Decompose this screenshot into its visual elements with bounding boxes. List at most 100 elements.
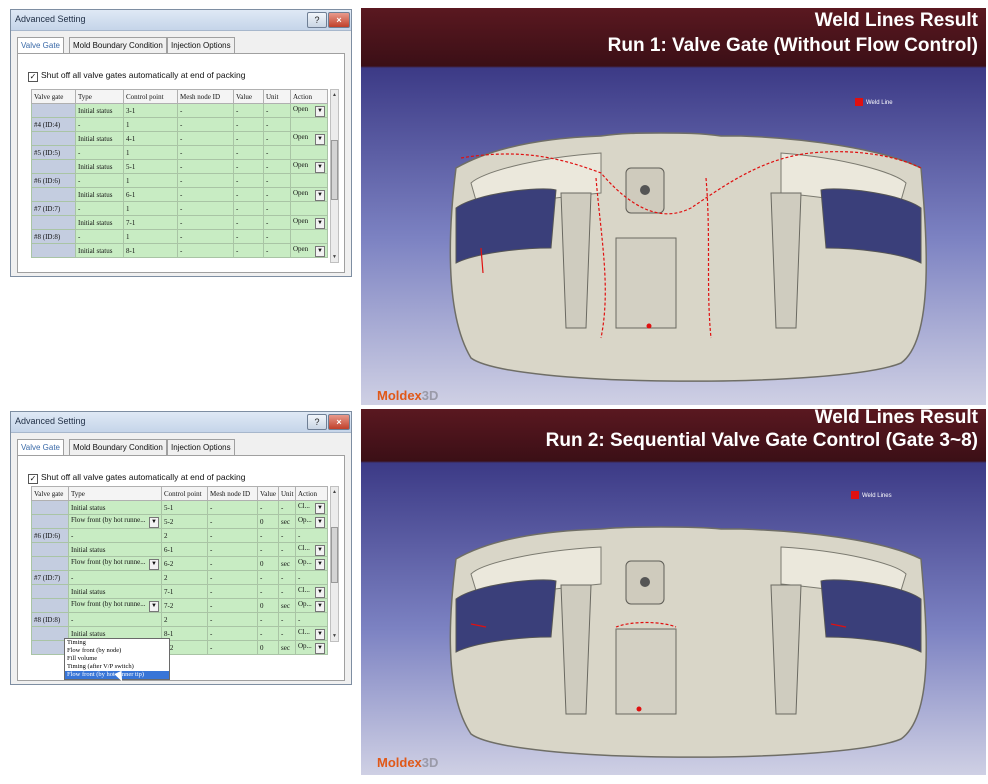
table-cell[interactable]: - <box>233 215 264 230</box>
table-cell[interactable]: - <box>278 584 296 599</box>
tab-mold-boundary-condition[interactable]: Mold Boundary Condition <box>69 439 167 455</box>
column-header[interactable]: Type <box>68 486 162 501</box>
table-cell[interactable]: - <box>207 570 258 585</box>
table-cell[interactable]: - <box>177 103 234 118</box>
type-cell[interactable]: - <box>68 612 162 627</box>
action-cell[interactable]: Op... ▼ <box>295 640 328 655</box>
valve-gate-cell[interactable] <box>31 215 76 230</box>
table-cell[interactable]: - <box>207 500 258 515</box>
valve-gate-cell[interactable] <box>31 584 69 599</box>
dropdown-arrow-icon[interactable]: ▼ <box>315 586 325 598</box>
table-cell[interactable]: 3-1 <box>123 103 178 118</box>
action-cell[interactable]: Open ▼ <box>290 131 328 146</box>
type-cell[interactable]: - <box>75 145 124 160</box>
table-cell[interactable]: sec <box>278 598 296 613</box>
table-cell[interactable]: - <box>257 570 279 585</box>
valve-gate-cell[interactable]: #8 (ID:8) <box>31 229 76 244</box>
table-cell[interactable]: - <box>257 584 279 599</box>
table-cell[interactable]: 1 <box>123 117 178 132</box>
part-model-3d[interactable] <box>361 8 986 405</box>
table-cell[interactable]: - <box>177 173 234 188</box>
dropdown-option[interactable]: Fill volume <box>65 655 169 663</box>
table-cell[interactable]: - <box>177 201 234 216</box>
scroll-thumb[interactable] <box>331 140 338 200</box>
table-cell[interactable]: - <box>257 626 279 641</box>
shutoff-checkbox[interactable]: ✓ <box>28 72 38 82</box>
table-cell[interactable]: 5-1 <box>161 500 208 515</box>
table-cell[interactable]: 7-1 <box>123 215 178 230</box>
table-cell[interactable]: - <box>278 542 296 557</box>
action-cell[interactable]: Op... ▼ <box>295 598 328 613</box>
shutoff-checkbox-row[interactable]: ✓ Shut off all valve gates automatically … <box>28 70 245 82</box>
type-cell[interactable]: - <box>75 229 124 244</box>
table-cell[interactable]: - <box>233 243 264 258</box>
table-cell[interactable]: - <box>263 201 291 216</box>
column-header[interactable]: Mesh node ID <box>177 89 234 104</box>
type-cell[interactable]: Flow front (by hot runne... ▼ <box>68 598 162 613</box>
table-cell[interactable]: - <box>207 514 258 529</box>
type-cell[interactable]: Initial status <box>68 500 162 515</box>
table-cell[interactable]: 6-1 <box>161 542 208 557</box>
dropdown-arrow-icon[interactable]: ▼ <box>315 105 325 117</box>
type-cell[interactable]: Initial status <box>75 103 124 118</box>
column-header[interactable]: Unit <box>278 486 296 501</box>
table-cell[interactable]: 6-2 <box>161 556 208 571</box>
action-cell[interactable]: - <box>295 528 328 543</box>
type-cell[interactable]: - <box>68 528 162 543</box>
dropdown-arrow-icon[interactable]: ▼ <box>315 245 325 257</box>
table-cell[interactable]: - <box>278 570 296 585</box>
valve-gate-cell[interactable] <box>31 187 76 202</box>
action-cell[interactable]: Open ▼ <box>290 243 328 258</box>
dropdown-arrow-icon[interactable]: ▼ <box>149 558 159 570</box>
table-cell[interactable]: - <box>207 640 258 655</box>
action-cell[interactable]: Open ▼ <box>290 215 328 230</box>
table-cell[interactable]: - <box>257 612 279 627</box>
table-cell[interactable]: - <box>263 243 291 258</box>
action-cell[interactable]: Cl... ▼ <box>295 584 328 599</box>
table-cell[interactable]: - <box>257 528 279 543</box>
valve-gate-cell[interactable] <box>31 500 69 515</box>
valve-gate-cell[interactable] <box>31 243 76 258</box>
action-cell[interactable] <box>290 117 328 132</box>
close-button[interactable]: × <box>328 12 350 28</box>
table-cell[interactable]: 2 <box>161 528 208 543</box>
shutoff-checkbox-row[interactable]: ✓ Shut off all valve gates automatically … <box>28 472 245 484</box>
table-cell[interactable]: 4-1 <box>123 131 178 146</box>
column-header[interactable]: Valve gate <box>31 486 69 501</box>
column-header[interactable]: Type <box>75 89 124 104</box>
action-cell[interactable]: Op... ▼ <box>295 556 328 571</box>
type-cell[interactable]: - <box>68 570 162 585</box>
table-cell[interactable]: 7-1 <box>161 584 208 599</box>
table-cell[interactable]: 5-1 <box>123 159 178 174</box>
table-cell[interactable]: - <box>233 187 264 202</box>
valve-gate-cell[interactable] <box>31 514 69 529</box>
valve-gate-cell[interactable]: #6 (ID:6) <box>31 173 76 188</box>
part-model-3d[interactable] <box>361 409 986 775</box>
valve-gate-cell[interactable] <box>31 626 69 641</box>
scroll-up-icon[interactable]: ▲ <box>331 488 338 496</box>
column-header[interactable]: Unit <box>263 89 291 104</box>
table-cell[interactable]: 1 <box>123 173 178 188</box>
table-cell[interactable]: - <box>177 187 234 202</box>
scroll-down-icon[interactable]: ▼ <box>331 253 338 261</box>
table-cell[interactable]: - <box>263 117 291 132</box>
dropdown-option[interactable]: Flow front (by node) <box>65 647 169 655</box>
type-cell[interactable]: Initial status <box>68 584 162 599</box>
table-cell[interactable]: 0 <box>257 598 279 613</box>
shutoff-checkbox[interactable]: ✓ <box>28 474 38 484</box>
column-header[interactable]: Value <box>257 486 279 501</box>
dropdown-arrow-icon[interactable]: ▼ <box>315 133 325 145</box>
table-cell[interactable]: 1 <box>123 145 178 160</box>
action-cell[interactable] <box>290 229 328 244</box>
column-header[interactable]: Valve gate <box>31 89 76 104</box>
table-cell[interactable]: 0 <box>257 556 279 571</box>
close-button[interactable]: × <box>328 414 350 430</box>
tab-injection-options[interactable]: Injection Options <box>167 439 235 455</box>
scroll-thumb[interactable] <box>331 527 338 583</box>
table-cell[interactable]: - <box>263 103 291 118</box>
table-cell[interactable]: - <box>263 229 291 244</box>
table-cell[interactable]: - <box>263 215 291 230</box>
action-cell[interactable]: Op... ▼ <box>295 514 328 529</box>
tab-valve-gate[interactable]: Valve Gate <box>17 37 64 54</box>
action-cell[interactable]: - <box>295 612 328 627</box>
